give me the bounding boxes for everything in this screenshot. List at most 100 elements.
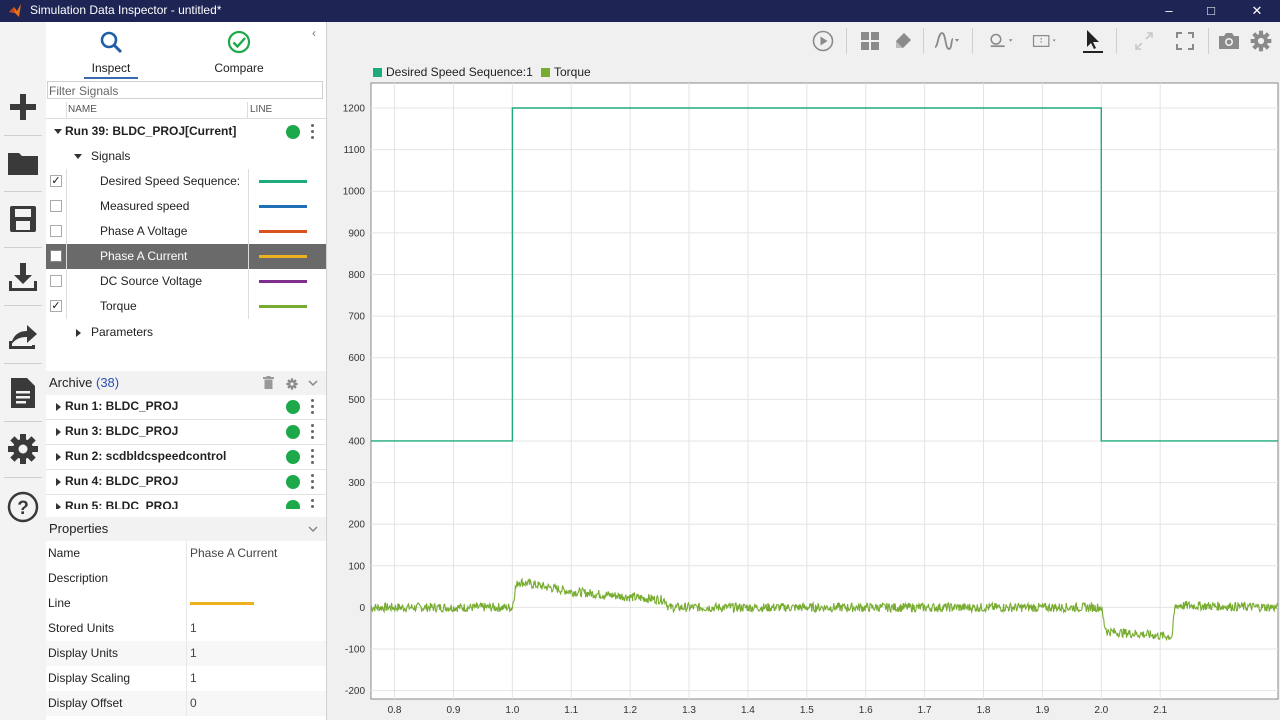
parameters-group-row[interactable]: Parameters <box>46 320 326 345</box>
run-status-icon <box>286 450 300 464</box>
filter-signals-input[interactable]: Filter Signals <box>47 81 323 99</box>
tab-compare[interactable]: Compare <box>184 22 294 80</box>
x-tick-label: 1.5 <box>800 705 814 716</box>
run-expand-icon[interactable] <box>56 445 61 467</box>
gear-icon <box>8 434 38 464</box>
import-button[interactable] <box>0 252 46 302</box>
property-value[interactable]: 1 <box>190 666 197 691</box>
x-tick-label: 1.6 <box>859 705 873 716</box>
property-value[interactable]: 1 <box>190 616 197 641</box>
signal-row[interactable]: Phase A Current <box>46 244 326 269</box>
help-button[interactable]: ? <box>0 482 46 532</box>
run-expand-icon[interactable] <box>54 119 62 144</box>
replay-button[interactable] <box>810 28 836 54</box>
property-key: Name <box>48 546 81 560</box>
archive-run-row[interactable]: Run 5: BLDC_PROJ <box>46 495 326 509</box>
signal-row[interactable]: Phase A Voltage <box>46 219 326 244</box>
run-menu-icon[interactable] <box>311 499 315 509</box>
matlab-logo-icon <box>9 4 21 17</box>
run-expand-icon[interactable] <box>56 470 61 492</box>
signal-row[interactable]: DC Source Voltage <box>46 269 326 294</box>
signal-row[interactable]: ✓ Desired Speed Sequence:1 <box>46 169 326 194</box>
visualization-button[interactable] <box>934 28 960 54</box>
run-menu-icon[interactable] <box>311 399 315 417</box>
signal-row[interactable]: ✓ Torque <box>46 294 326 319</box>
properties-header[interactable]: Properties <box>46 517 326 541</box>
signal-checkbox[interactable] <box>50 250 62 262</box>
signal-checkbox[interactable] <box>50 275 62 287</box>
archive-title: Archive <box>49 375 93 390</box>
new-button[interactable] <box>0 82 46 132</box>
collapse-panel-icon[interactable]: ‹ <box>312 26 316 40</box>
signal-checkbox[interactable] <box>50 200 62 212</box>
select-button[interactable] <box>1080 28 1106 54</box>
signal-checkbox[interactable]: ✓ <box>50 175 62 187</box>
chevron-down-icon[interactable] <box>308 526 318 533</box>
signal-line-style[interactable] <box>259 305 307 308</box>
signal-plot[interactable]: 0.8 0.9 1.0 1.1 1.2 1.3 1.4 1.5 1.6 1.7 1.8 1.9 2.0 2… <box>327 82 1280 720</box>
signal-name: Phase A Voltage <box>100 224 188 238</box>
signals-group-row[interactable]: Signals <box>46 144 326 169</box>
trash-icon[interactable] <box>263 376 274 389</box>
y-tick-label: 700 <box>348 312 365 323</box>
property-value[interactable]: 0 <box>190 691 197 716</box>
play-circle-icon <box>812 30 834 52</box>
property-row: Display Units 1 <box>46 641 326 666</box>
signal-row[interactable]: Measured speed <box>46 194 326 219</box>
archive-run-row[interactable]: Run 1: BLDC_PROJ <box>46 395 326 420</box>
clear-button[interactable] <box>890 28 916 54</box>
minimize-button[interactable]: – <box>1146 0 1192 22</box>
run-status-icon <box>286 475 300 489</box>
cursor-button[interactable] <box>1032 28 1058 54</box>
run-expand-icon[interactable] <box>56 420 61 442</box>
signals-group-label: Signals <box>91 149 131 163</box>
open-button[interactable] <box>0 138 46 188</box>
run-expand-icon[interactable] <box>56 495 61 509</box>
layout-button[interactable] <box>857 28 883 54</box>
fit-to-view-button[interactable] <box>1131 28 1157 54</box>
archive-run-row[interactable]: Run 3: BLDC_PROJ <box>46 420 326 445</box>
archive-run-row[interactable]: Run 2: scdbldcspeedcontrol <box>46 445 326 470</box>
archive-settings-icon[interactable] <box>286 378 298 390</box>
property-row: Stored Units 1 <box>46 616 326 641</box>
tab-inspect[interactable]: Inspect <box>56 22 166 80</box>
export-button[interactable] <box>0 310 46 360</box>
archive-run-row[interactable]: Run 4: BLDC_PROJ <box>46 470 326 495</box>
parameters-expand-icon[interactable] <box>76 320 81 345</box>
signals-expand-icon[interactable] <box>74 144 82 169</box>
signal-line-style[interactable] <box>259 280 307 283</box>
run-menu-icon[interactable] <box>311 449 315 467</box>
run-menu-icon[interactable] <box>311 424 315 442</box>
signal-line-style[interactable] <box>259 180 307 183</box>
expand-arrows-icon <box>1135 32 1153 50</box>
run-menu-icon[interactable] <box>311 124 315 142</box>
tab-compare-label: Compare <box>214 61 264 75</box>
archive-header[interactable]: Archive (38) <box>46 371 326 395</box>
settings-button[interactable] <box>0 424 46 474</box>
zoom-button[interactable] <box>989 28 1015 54</box>
current-run-row[interactable]: Run 39: BLDC_PROJ[Current] <box>46 119 326 144</box>
y-tick-label: 1000 <box>343 187 366 198</box>
signal-line-style[interactable] <box>259 230 307 233</box>
y-tick-label: -100 <box>345 645 365 656</box>
property-value[interactable]: Phase A Current <box>190 541 277 566</box>
property-value[interactable]: 1 <box>190 641 197 666</box>
run-expand-icon[interactable] <box>56 395 61 417</box>
property-row: Name Phase A Current <box>46 541 326 566</box>
snapshot-button[interactable] <box>1216 28 1242 54</box>
signal-line-style[interactable] <box>259 205 307 208</box>
maximize-button[interactable]: □ <box>1188 0 1234 22</box>
close-button[interactable]: ✕ <box>1234 0 1280 22</box>
report-button[interactable] <box>0 368 46 418</box>
signal-checkbox[interactable]: ✓ <box>50 300 62 312</box>
camera-icon <box>1219 33 1239 49</box>
y-tick-label: -200 <box>345 686 365 697</box>
property-line-swatch[interactable] <box>190 602 254 605</box>
signal-checkbox[interactable] <box>50 225 62 237</box>
fullscreen-button[interactable] <box>1172 28 1198 54</box>
chevron-down-icon[interactable] <box>308 380 318 387</box>
run-menu-icon[interactable] <box>311 474 315 492</box>
signal-line-style[interactable] <box>259 255 307 258</box>
plot-settings-button[interactable] <box>1248 28 1274 54</box>
save-button[interactable] <box>0 194 46 244</box>
